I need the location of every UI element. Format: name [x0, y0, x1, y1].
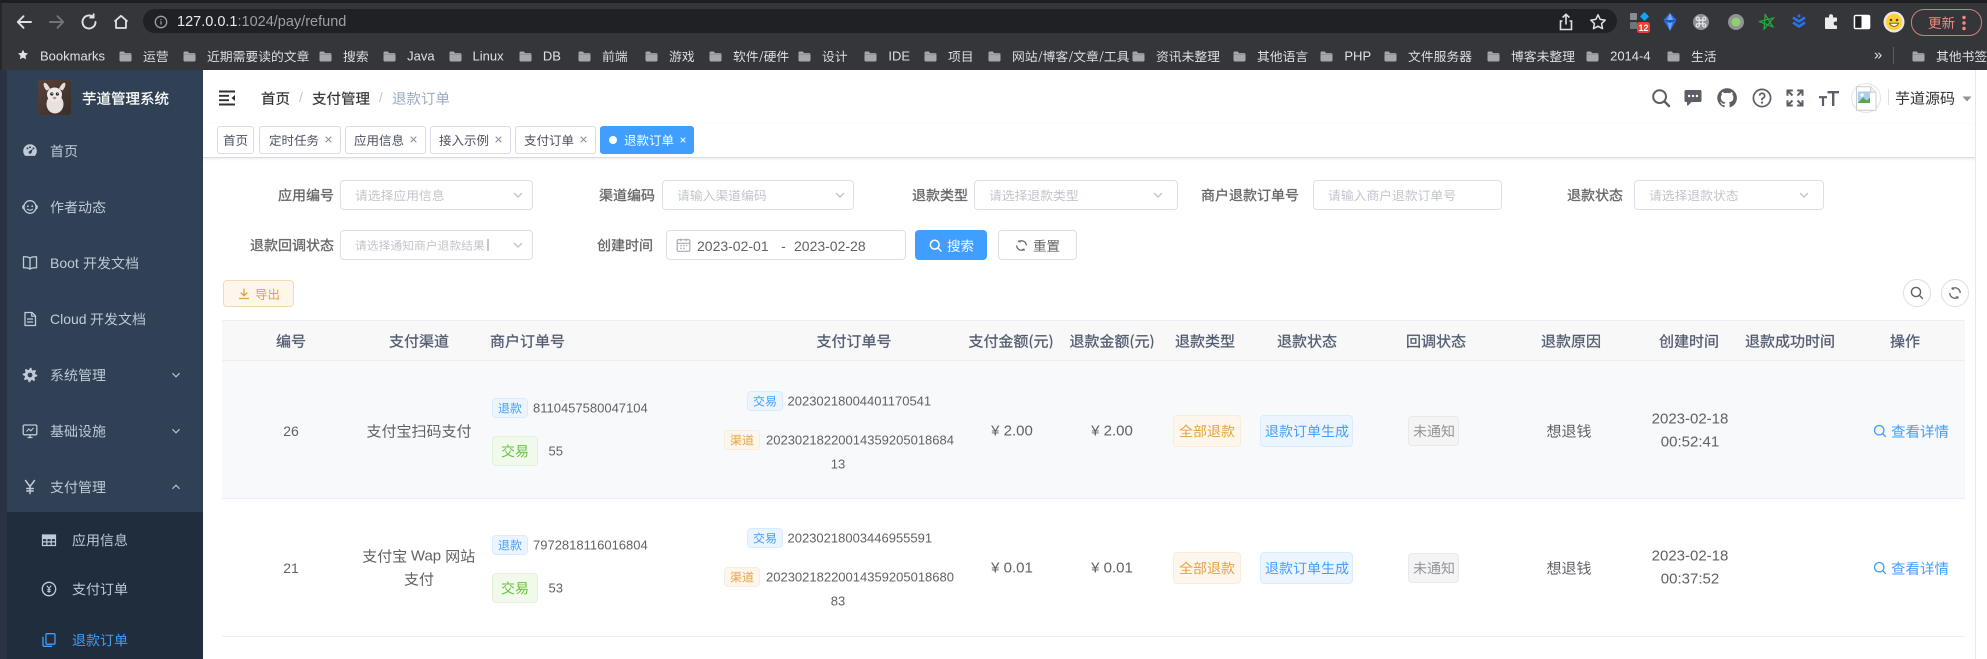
svg-text:12: 12 — [1638, 23, 1648, 33]
